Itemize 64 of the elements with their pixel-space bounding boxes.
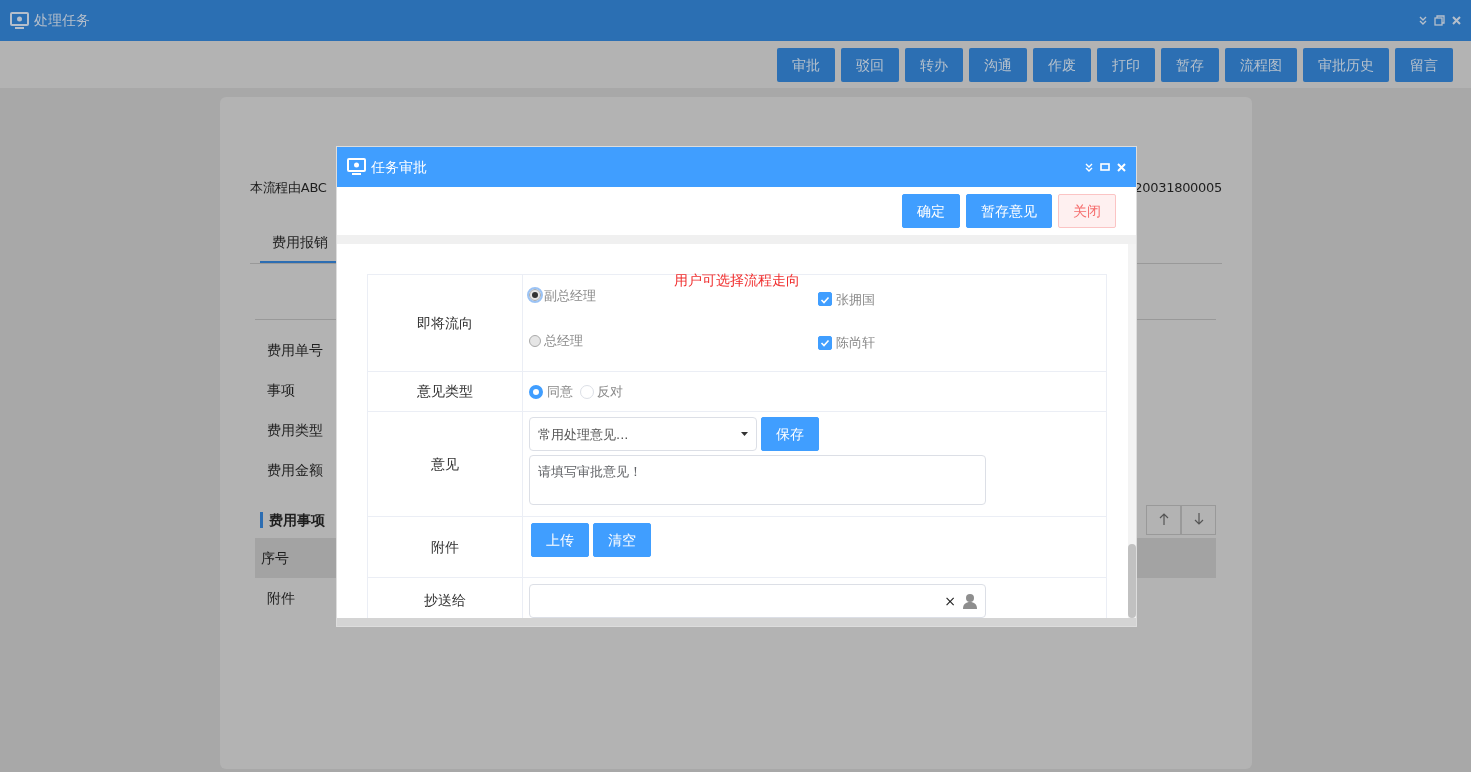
- checkbox[interactable]: [818, 292, 832, 307]
- maximize-icon[interactable]: [1100, 163, 1110, 171]
- recipient-field[interactable]: ×: [529, 584, 986, 618]
- field-label: 费用单号: [267, 340, 324, 360]
- section-title: 费用事项: [260, 511, 325, 528]
- clear-button[interactable]: ×: [944, 590, 956, 612]
- toolbar-button[interactable]: 驳回: [841, 48, 899, 82]
- down-arrow-icon[interactable]: [1193, 513, 1204, 526]
- option-label: 副总经理: [544, 286, 596, 305]
- hint-text: 用户可选择流程走向: [673, 272, 800, 288]
- action-button[interactable]: 清空: [592, 523, 651, 557]
- radio-button[interactable]: [529, 384, 543, 399]
- radio-button[interactable]: [529, 334, 541, 347]
- toolbar-button[interactable]: 沟通: [969, 48, 1027, 82]
- field-label: 附件: [267, 588, 296, 608]
- dialog-button[interactable]: 确定: [902, 194, 960, 228]
- close-icon[interactable]: [1452, 16, 1461, 25]
- field-label: 费用类型: [267, 420, 324, 440]
- toolbar-button[interactable]: 审批: [777, 48, 835, 82]
- checkbox[interactable]: [818, 335, 832, 350]
- toolbar-button[interactable]: 留言: [1395, 48, 1453, 82]
- check-icon: [820, 294, 830, 304]
- row-label: 意见: [431, 455, 459, 472]
- scrollbar[interactable]: [337, 618, 1136, 626]
- row-label: 意见类型: [417, 383, 473, 399]
- collapse-icon[interactable]: [1419, 16, 1427, 25]
- column-header: 序号: [261, 549, 289, 566]
- dialog-button[interactable]: 暂存意见: [966, 194, 1052, 228]
- process-number: 20031800005: [1134, 179, 1222, 197]
- down-arrow-button[interactable]: [1181, 504, 1216, 535]
- up-arrow-button[interactable]: [1146, 504, 1181, 535]
- restore-icon[interactable]: [1434, 15, 1445, 26]
- option-label: 总经理: [544, 332, 583, 350]
- dialog-button[interactable]: 关闭: [1058, 194, 1116, 228]
- monitor-icon: [10, 11, 30, 30]
- up-arrow-icon[interactable]: [1158, 513, 1169, 526]
- dialog-title: 任务审批: [370, 157, 427, 177]
- opinion-field[interactable]: 请填写审批意见！: [529, 454, 986, 505]
- monitor-icon: [347, 158, 367, 176]
- field-label: 费用金额: [267, 460, 324, 480]
- check-icon: [820, 338, 830, 348]
- caret-icon: [741, 432, 748, 437]
- toolbar-button[interactable]: 作废: [1033, 48, 1091, 82]
- assignee-label: 陈尚轩: [835, 334, 875, 352]
- action-button[interactable]: 上传: [531, 523, 589, 557]
- field-label: 事项: [267, 380, 296, 400]
- person-icon: [963, 593, 977, 609]
- toolbar-button[interactable]: 审批历史: [1303, 48, 1389, 82]
- row-label: 抄送给: [424, 592, 466, 608]
- option-label: 反对: [597, 382, 623, 401]
- save-button[interactable]: 保存: [760, 417, 819, 452]
- dropdown-select[interactable]: 常用处理意见...: [529, 417, 757, 452]
- row-label: 即将流向: [417, 314, 473, 331]
- option-label: 同意: [546, 382, 573, 401]
- scrollbar[interactable]: [1128, 544, 1136, 618]
- radio-button[interactable]: [529, 289, 541, 302]
- toolbar-button[interactable]: 打印: [1097, 48, 1155, 82]
- toolbar-button[interactable]: 流程图: [1225, 48, 1297, 82]
- row-label: 附件: [431, 538, 459, 555]
- assignee-label: 张拥国: [835, 290, 875, 309]
- intro-text: 本流程由ABC: [250, 179, 327, 197]
- toolbar-button[interactable]: 转办: [905, 48, 963, 82]
- window-title: 处理任务: [33, 11, 90, 30]
- toolbar-button[interactable]: 暂存: [1161, 48, 1219, 82]
